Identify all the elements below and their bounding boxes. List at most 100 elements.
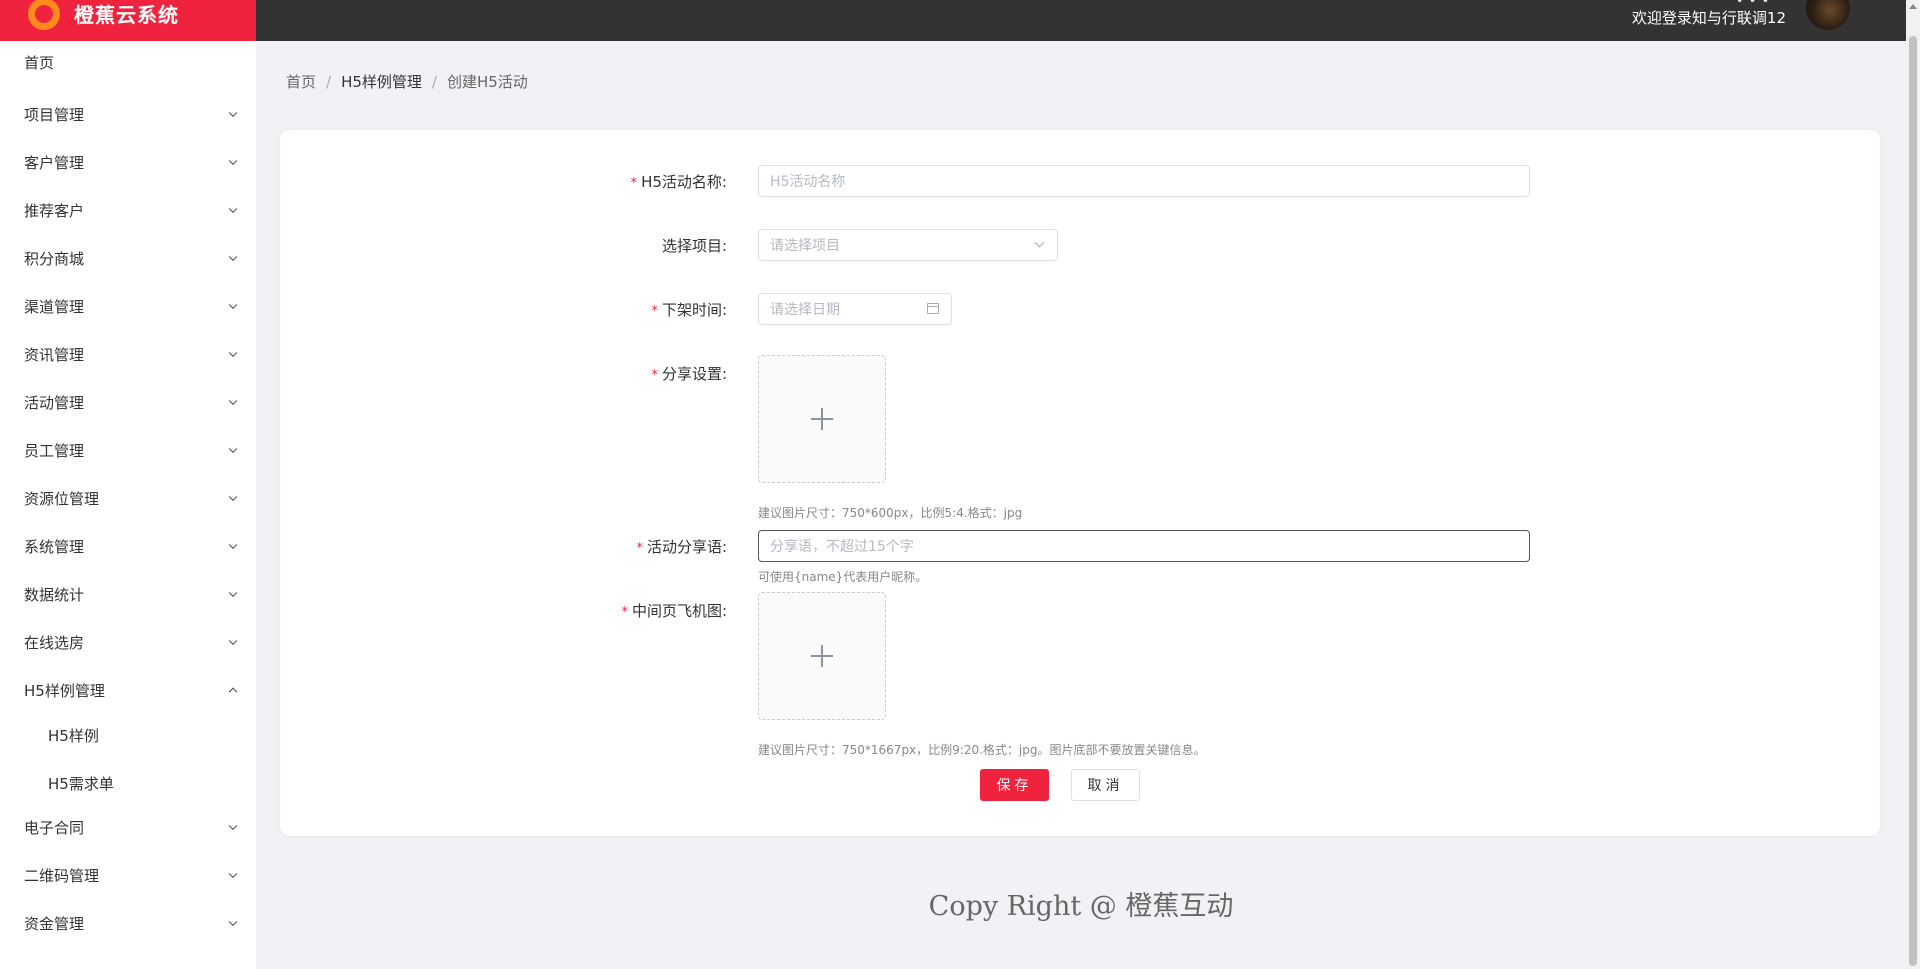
app-name: 橙蕉云系统 xyxy=(74,3,179,27)
offline-time-label: * 下架时间: xyxy=(651,301,727,319)
breadcrumb-separator: / xyxy=(326,72,332,91)
sidebar-item-home[interactable]: 首页 xyxy=(0,42,256,82)
middle-image-label: * 中间页飞机图: xyxy=(621,602,727,620)
date-placeholder: 请选择日期 xyxy=(770,302,840,318)
chevron-down-icon xyxy=(228,444,238,454)
required-mark: * xyxy=(651,368,658,383)
sidebar-item-channels[interactable]: 渠道管理 xyxy=(0,286,256,326)
welcome-text: 欢迎登录知与行联调12 xyxy=(1631,9,1786,27)
share-text-label: * 活动分享语: xyxy=(636,538,727,556)
required-mark: * xyxy=(636,541,643,556)
breadcrumb: 首页 / H5样例管理 / 创建H5活动 xyxy=(286,71,528,92)
chevron-down-icon xyxy=(228,636,238,646)
sidebar-item-label: 资源位管理 xyxy=(24,489,100,508)
breadcrumb-current: 创建H5活动 xyxy=(446,73,528,91)
sidebar: 首页 项目管理 客户管理 推荐客户 积分商城 渠道管理 资讯管理 活动管理 员工… xyxy=(0,41,256,969)
chevron-down-icon xyxy=(228,108,238,118)
sidebar-item-label: H5需求单 xyxy=(48,774,114,793)
sidebar-item-label: 首页 xyxy=(24,53,55,72)
plus-icon xyxy=(811,408,833,430)
sidebar-item-funds[interactable]: 资金管理 xyxy=(0,903,256,943)
chevron-down-icon xyxy=(228,396,238,406)
sidebar-subitem-h5-samples[interactable]: H5样例 xyxy=(0,715,256,755)
required-mark: * xyxy=(651,304,658,319)
sidebar-item-label: 电子合同 xyxy=(24,818,85,837)
sidebar-item-staff[interactable]: 员工管理 xyxy=(0,430,256,470)
required-mark: * xyxy=(621,605,628,620)
chevron-down-icon xyxy=(228,300,238,310)
sidebar-item-news[interactable]: 资讯管理 xyxy=(0,334,256,374)
share-settings-label: * 分享设置: xyxy=(651,365,727,383)
avatar[interactable] xyxy=(1806,0,1850,30)
sidebar-item-label: 活动管理 xyxy=(24,393,85,412)
share-text-input[interactable]: 分享语，不超过15个字 xyxy=(758,530,1530,562)
input-placeholder: H5活动名称 xyxy=(770,174,846,190)
sidebar-item-label: 资讯管理 xyxy=(24,345,85,364)
sidebar-item-statistics[interactable]: 数据统计 xyxy=(0,574,256,614)
chevron-down-icon xyxy=(228,348,238,358)
sidebar-item-label: 数据统计 xyxy=(24,585,85,604)
middle-image-hint: 建议图片尺寸：750*1667px，比例9:20.格式：jpg。图片底部不要放置… xyxy=(758,743,1206,757)
scroll-up-arrow-icon[interactable] xyxy=(1909,4,1917,9)
app-logo[interactable]: 橙蕉云系统 xyxy=(0,0,256,41)
sidebar-item-qrcodes[interactable]: 二维码管理 xyxy=(0,855,256,895)
sidebar-item-label: 资金管理 xyxy=(24,914,85,933)
breadcrumb-separator: / xyxy=(431,72,437,91)
chevron-up-icon xyxy=(228,687,238,697)
middle-image-upload[interactable] xyxy=(758,592,886,720)
sidebar-item-label: H5样例管理 xyxy=(24,681,105,700)
activity-name-input[interactable]: H5活动名称 xyxy=(758,165,1530,197)
chevron-down-icon xyxy=(228,540,238,550)
cancel-button[interactable]: 取消 xyxy=(1071,769,1140,801)
sidebar-item-label: 渠道管理 xyxy=(24,297,85,316)
sidebar-item-online-housing[interactable]: 在线选房 xyxy=(0,622,256,662)
top-bar: • • • 欢迎登录知与行联调12 xyxy=(256,0,1906,41)
chevron-down-icon xyxy=(228,204,238,214)
chevron-down-icon xyxy=(228,492,238,502)
plus-icon xyxy=(811,645,833,667)
sidebar-item-activities[interactable]: 活动管理 xyxy=(0,382,256,422)
sidebar-item-projects[interactable]: 项目管理 xyxy=(0,94,256,134)
chevron-down-icon xyxy=(228,917,238,927)
input-placeholder: 分享语，不超过15个字 xyxy=(770,539,914,555)
page-scrollbar[interactable] xyxy=(1906,0,1920,969)
sidebar-item-label: 二维码管理 xyxy=(24,866,100,885)
sidebar-item-label: 员工管理 xyxy=(24,441,85,460)
scrollbar-thumb[interactable] xyxy=(1909,36,1917,966)
project-select[interactable]: 请选择项目 xyxy=(758,229,1058,261)
sidebar-item-label: 推荐客户 xyxy=(24,201,85,220)
chevron-down-icon xyxy=(228,821,238,831)
sidebar-item-referrals[interactable]: 推荐客户 xyxy=(0,190,256,230)
required-mark: * xyxy=(630,176,638,191)
sidebar-item-label: H5样例 xyxy=(48,726,99,745)
calendar-icon xyxy=(927,303,939,314)
save-button[interactable]: 保存 xyxy=(980,769,1049,801)
sidebar-item-label: 客户管理 xyxy=(24,153,85,172)
sidebar-item-customers[interactable]: 客户管理 xyxy=(0,142,256,182)
chevron-down-icon xyxy=(228,588,238,598)
sidebar-item-label: 积分商城 xyxy=(24,249,85,268)
share-text-hint: 可使用{name}代表用户昵称。 xyxy=(758,570,928,584)
sidebar-item-resource-slots[interactable]: 资源位管理 xyxy=(0,478,256,518)
sidebar-item-label: 项目管理 xyxy=(24,105,85,124)
chevron-down-icon xyxy=(228,869,238,879)
share-image-upload[interactable] xyxy=(758,355,886,483)
name-label: * H5活动名称: xyxy=(630,173,727,191)
breadcrumb-section[interactable]: H5样例管理 xyxy=(341,71,422,92)
sidebar-item-h5-samples-manage[interactable]: H5样例管理 xyxy=(0,670,256,710)
sidebar-item-points-mall[interactable]: 积分商城 xyxy=(0,238,256,278)
footer-copyright: Copy Right @ 橙蕉互动 xyxy=(928,891,1234,922)
sidebar-item-system[interactable]: 系统管理 xyxy=(0,526,256,566)
breadcrumb-home[interactable]: 首页 xyxy=(286,71,316,92)
form-card: * H5活动名称: H5活动名称 选择项目: 请选择项目 * 下架时间: 请选择日期… xyxy=(280,130,1880,836)
logo-ring-icon xyxy=(28,0,60,30)
share-image-hint: 建议图片尺寸：750*600px，比例5:4.格式：jpg xyxy=(758,506,1023,520)
offline-date-picker[interactable]: 请选择日期 xyxy=(758,293,952,325)
chevron-down-icon xyxy=(228,252,238,262)
sidebar-subitem-h5-requests[interactable]: H5需求单 xyxy=(0,763,256,803)
project-label: 选择项目: xyxy=(661,237,727,255)
select-placeholder: 请选择项目 xyxy=(770,238,840,254)
select-arrow-icon xyxy=(1034,237,1045,248)
sidebar-item-e-contracts[interactable]: 电子合同 xyxy=(0,807,256,847)
sidebar-item-label: 在线选房 xyxy=(24,633,85,652)
